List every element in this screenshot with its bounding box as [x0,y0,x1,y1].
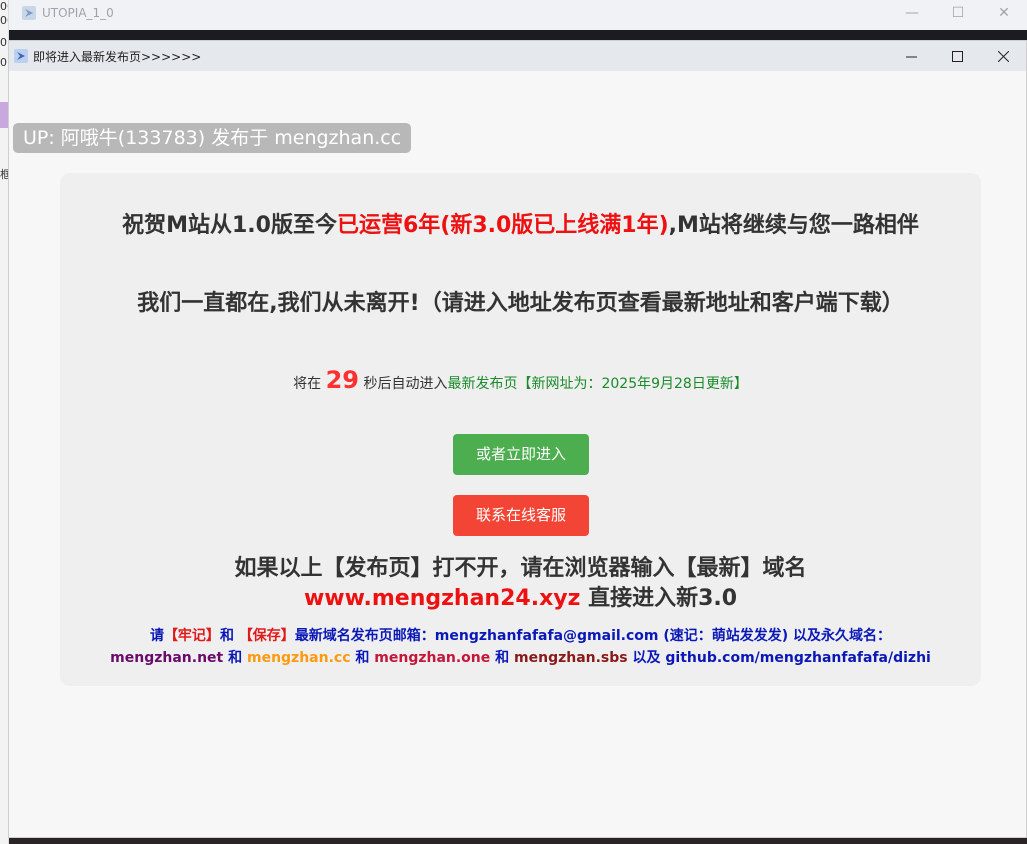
uploader-badge: UP: 阿哦牛(133783) 发布于 mengzhan.cc [13,123,412,153]
left-fragment: 0 [0,56,7,69]
popup-window: 即将进入最新发布页>>>>>> UP: 阿哦牛(133783) 发布于 meng… [8,40,1027,838]
note-email-text: 最新域名发布页邮箱：mengzhanfafafa@gmail.com (速记：萌… [294,628,892,644]
background-window-controls: — ☐ ✕ [889,0,1027,28]
online-support-button[interactable]: 联系在线客服 [453,495,589,536]
left-fragment: 0 [0,36,7,49]
background-window-title: UTOPIA_1_0 [42,6,114,20]
maximize-button[interactable] [934,41,980,71]
left-highlight [0,102,8,128]
headline-always-here: 我们一直都在,我们从未离开!（请进入地址发布页查看最新地址和客户端下载） [137,291,904,316]
maximize-icon [951,50,963,62]
desktop-background [0,30,1027,40]
close-button[interactable] [980,41,1026,71]
note-and: 和 [350,650,375,666]
latest-domain-link[interactable]: www.mengzhan24.xyz [304,586,580,611]
popup-window-controls [888,41,1026,71]
headline-congrats-part1: 祝贺M站从1.0版至今 [122,213,337,238]
release-page-link[interactable]: 最新发布页【新网址为：2025年9月28日更新】 [447,376,747,392]
popup-titlebar[interactable]: 即将进入最新发布页>>>>>> [9,41,1026,71]
github-link[interactable]: 以及 github.com/mengzhanfafafa/dizhi [628,650,930,666]
background-window-titlebar: UTOPIA_1_0 — ☐ ✕ [0,0,1027,31]
domain-note: 请【牢记】和 【保存】最新域名发布页邮箱：mengzhanfafafa@gmai… [100,625,941,669]
countdown-line: 将在 29 秒后自动进入最新发布页【新网址为：2025年9月28日更新】 [60,366,981,394]
app-logo-icon [14,49,28,63]
fallback-domain-headline: 如果以上【发布页】打不开，请在浏览器输入【最新】域名 www.mengzhan2… [60,554,981,614]
domain-link-cc[interactable]: mengzhan.cc [247,650,351,666]
note-remember: 【牢记】 [163,628,220,644]
countdown-prefix: 将在 [293,376,326,392]
domain-link-sbs[interactable]: mengzhan.sbs [514,650,628,666]
domain-link-one[interactable]: mengzhan.one [374,650,490,666]
note-and: 和 [490,650,515,666]
note-text: 请 [149,628,164,644]
enter-now-button[interactable]: 或者立即进入 [453,434,589,475]
app-logo-icon [22,6,36,20]
countdown-middle: 秒后自动进入 [359,376,448,392]
minimize-icon[interactable]: — [889,0,935,28]
headline-congrats-part2: ,M站将继续与您一路相伴 [668,213,919,238]
close-icon [997,50,1009,62]
note-and: 和 [223,650,247,666]
minimize-button[interactable] [888,41,934,71]
left-fragment: 06 [0,0,8,13]
fallback-url-line: www.mengzhan24.xyz 直接进入新3.0 [60,584,981,614]
minimize-icon [905,56,917,57]
fallback-url-suffix: 直接进入新3.0 [580,586,738,611]
announcement-panel: 祝贺M站从1.0版至今已运营6年(新3.0版已上线满1年),M站将继续与您一路相… [60,173,981,686]
domain-link-net[interactable]: mengzhan.net [110,650,223,666]
headline-congrats-highlight: 已运营6年(新3.0版已上线满1年) [336,213,669,238]
maximize-icon[interactable]: ☐ [935,0,981,28]
note-save: 【保存】 [238,628,295,644]
headline-congrats: 祝贺M站从1.0版至今已运营6年(新3.0版已上线满1年),M站将继续与您一路相… [110,208,931,244]
popup-title: 即将进入最新发布页>>>>>> [33,50,202,64]
countdown-seconds: 29 [325,366,360,394]
note-text: 和 [219,628,239,644]
left-fragment: 06 [0,14,8,27]
close-icon[interactable]: ✕ [981,0,1027,28]
fallback-instruction: 如果以上【发布页】打不开，请在浏览器输入【最新】域名 [234,556,807,581]
